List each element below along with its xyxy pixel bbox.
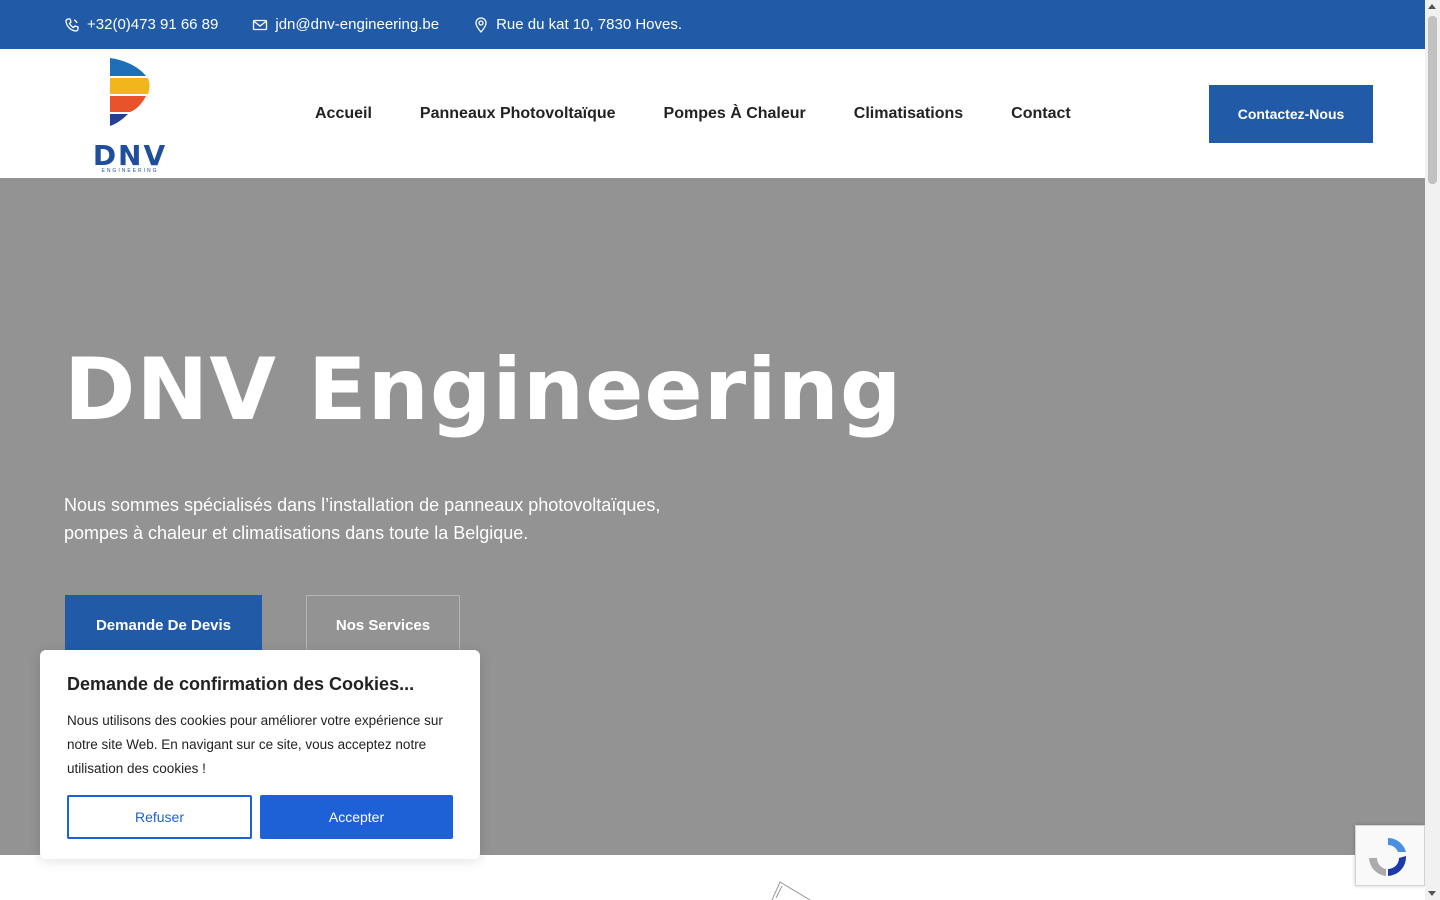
nav-item-contact[interactable]: Contact — [1011, 105, 1071, 123]
hero-description: Nous sommes spécialisés dans l’installat… — [64, 495, 661, 543]
request-quote-button[interactable]: Demande De Devis — [65, 595, 262, 655]
cookie-actions: Refuser Accepter — [67, 795, 453, 839]
site-logo[interactable]: DNV ENGINEERING — [90, 54, 170, 174]
nav-item-panneaux-photovoltaique[interactable]: Panneaux Photovoltaïque — [420, 105, 616, 123]
next-section — [0, 855, 1425, 900]
scroll-down-arrow[interactable] — [1428, 891, 1436, 896]
site-header: DNV ENGINEERING Accueil Panneaux Photovo… — [0, 49, 1425, 178]
cookie-message: Nous utilisons des cookies pour améliore… — [67, 713, 443, 776]
page-scrollbar[interactable] — [1425, 0, 1440, 900]
phone-contact[interactable]: +32(0)473 91 66 89 — [64, 16, 218, 33]
hero-title: DNV Engineering — [64, 340, 903, 440]
mail-icon — [253, 19, 268, 30]
recaptcha-icon — [1369, 838, 1407, 876]
refuse-cookies-button[interactable]: Refuser — [67, 795, 252, 839]
top-contact-bar: +32(0)473 91 66 89 jdn@dnv-engineering.b… — [0, 0, 1425, 49]
logo-subtext: ENGINEERING — [101, 168, 159, 174]
phone-number: +32(0)473 91 66 89 — [87, 16, 219, 33]
address-contact[interactable]: Rue du kat 10, 7830 Hoves. — [473, 16, 682, 33]
scrollbar-thumb[interactable] — [1428, 16, 1437, 184]
nav-item-pompes-a-chaleur[interactable]: Pompes À Chaleur — [664, 105, 806, 123]
logo-text: DNV — [92, 139, 168, 172]
email-address: jdn@dnv-engineering.be — [275, 16, 440, 33]
recaptcha-badge[interactable] — [1355, 825, 1425, 886]
main-nav: Accueil Panneaux Photovoltaïque Pompes À… — [315, 49, 1119, 178]
nav-item-accueil[interactable]: Accueil — [315, 105, 372, 123]
cookie-title: Demande de confirmation des Cookies... — [67, 674, 415, 694]
decorative-illustration — [771, 881, 811, 900]
our-services-button[interactable]: Nos Services — [306, 595, 460, 655]
email-contact[interactable]: jdn@dnv-engineering.be — [252, 16, 439, 33]
map-pin-icon — [475, 16, 487, 33]
phone-icon — [65, 17, 79, 32]
address-text: Rue du kat 10, 7830 Hoves. — [496, 16, 683, 33]
contact-us-button[interactable]: Contactez-Nous — [1209, 85, 1373, 143]
scroll-up-arrow[interactable] — [1428, 4, 1436, 9]
logo-mark — [110, 58, 150, 126]
nav-item-climatisations[interactable]: Climatisations — [854, 105, 963, 123]
accept-cookies-button[interactable]: Accepter — [260, 795, 453, 839]
cookie-consent-dialog: Demande de confirmation des Cookies... N… — [40, 650, 480, 859]
